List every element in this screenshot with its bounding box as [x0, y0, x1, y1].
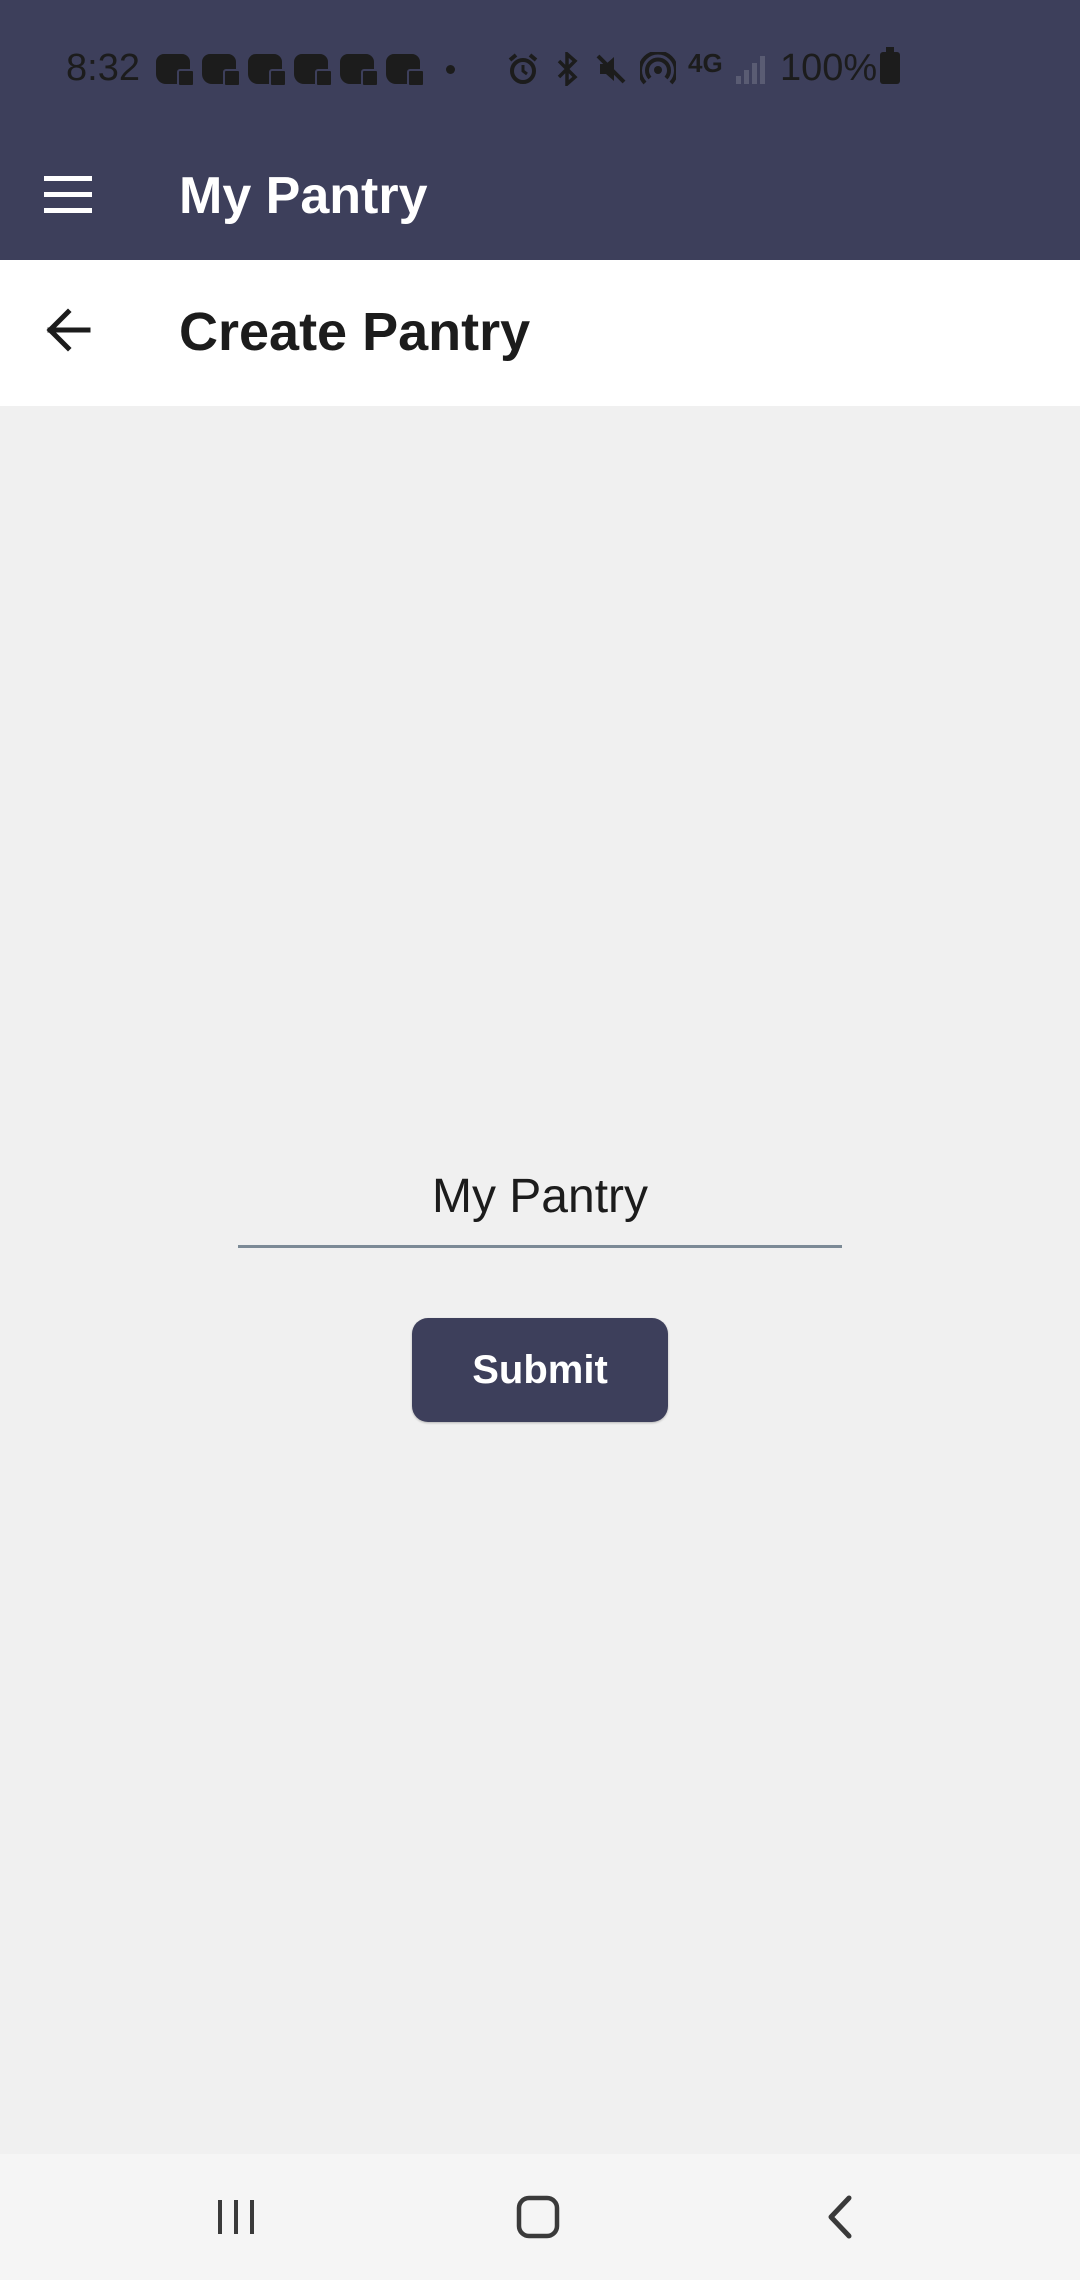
discord-notification-icon [248, 54, 287, 87]
discord-notification-icon [202, 54, 241, 87]
status-bar: 8:32 4G 100% [0, 0, 1080, 136]
discord-notification-icon [294, 54, 333, 87]
sub-header: Create Pantry [0, 260, 1080, 406]
home-icon[interactable] [503, 2182, 573, 2252]
alarm-icon [508, 53, 538, 84]
submit-button[interactable]: Submit [412, 1318, 668, 1422]
status-time: 8:32 [66, 47, 140, 89]
create-pantry-form: Submit [0, 406, 1080, 2154]
recent-apps-icon[interactable] [201, 2182, 271, 2252]
app-title: My Pantry [179, 167, 428, 225]
4g-icon: 4G [688, 48, 723, 78]
notification-icons [156, 52, 455, 87]
page-title: Create Pantry [179, 302, 531, 362]
signal-icon [736, 56, 765, 84]
mute-icon [596, 54, 626, 84]
back-icon[interactable] [805, 2182, 875, 2252]
app-bar: My Pantry [0, 136, 1080, 260]
bluetooth-icon [557, 52, 578, 86]
more-dot-icon [446, 64, 455, 74]
battery-percent: 100% [780, 47, 878, 89]
system-nav-bar [0, 2154, 1080, 2280]
arrow-left-icon[interactable] [40, 300, 100, 360]
pantry-name-input[interactable] [238, 1148, 842, 1248]
hotspot-icon [640, 52, 676, 85]
discord-notification-icon [386, 54, 425, 87]
discord-notification-icon [156, 54, 195, 87]
discord-notification-icon [340, 54, 379, 87]
hamburger-menu-icon[interactable] [36, 162, 102, 228]
battery-icon [880, 47, 900, 84]
